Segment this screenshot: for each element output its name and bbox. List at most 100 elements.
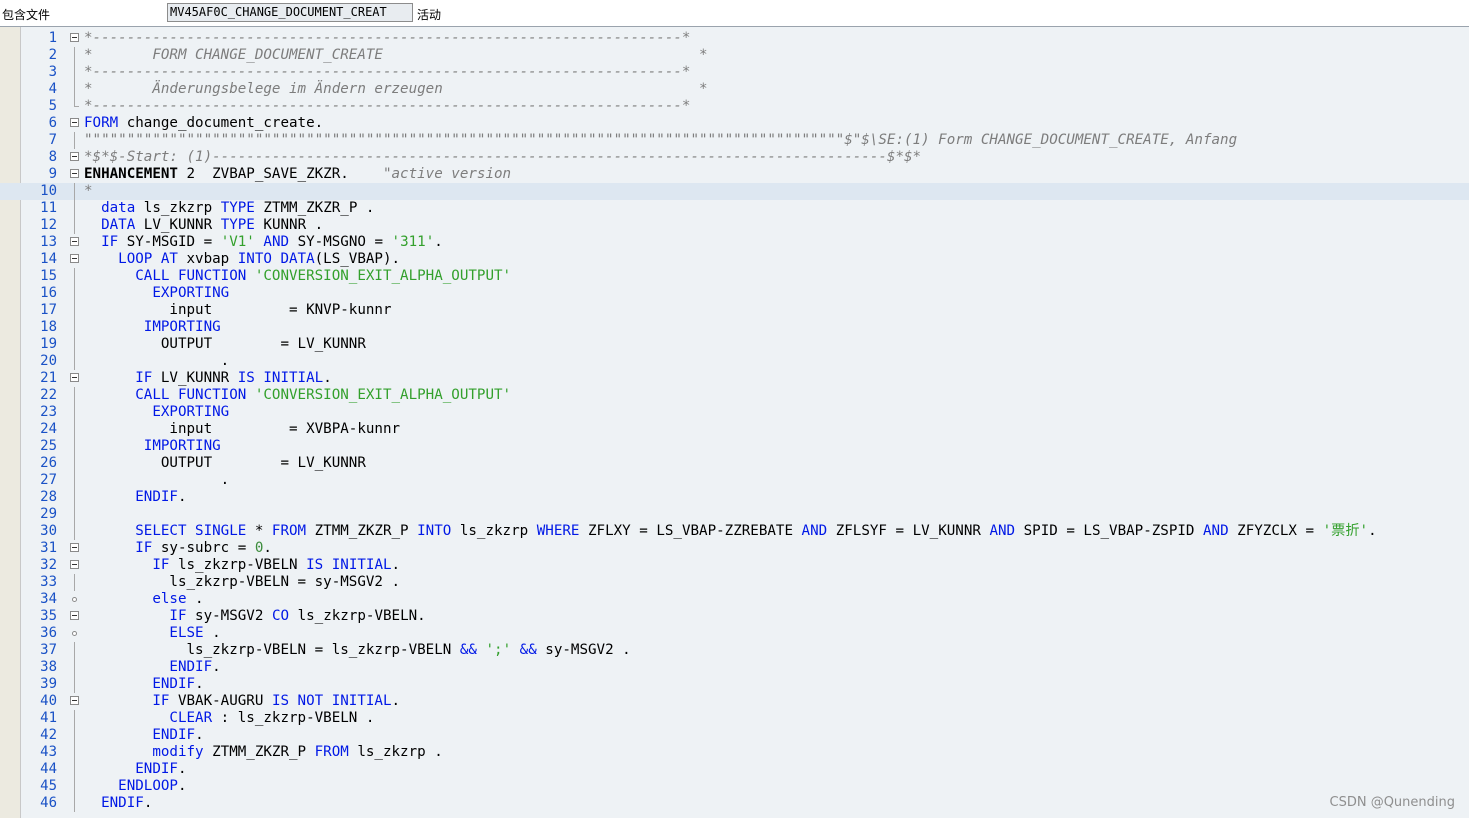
line-number: 38 — [40, 659, 57, 675]
code-line[interactable]: 21 IF LV_KUNNR IS INITIAL. — [0, 370, 1469, 387]
fold-guide-line — [74, 217, 75, 234]
code-token: '票折' — [1322, 523, 1369, 539]
code-line[interactable]: 9 ENHANCEMENT 2 ZVBAP_SAVE_ZKZR. "active … — [0, 166, 1469, 183]
collapse-icon[interactable] — [70, 237, 79, 246]
code-token: EXPORTING — [152, 285, 230, 301]
code-line[interactable]: 19 OUTPUT = LV_KUNNR — [0, 336, 1469, 353]
code-line[interactable]: 7 """""""""""""""""""""""""""""""""""""""… — [0, 132, 1469, 149]
code-line[interactable]: 20 . — [0, 353, 1469, 370]
fold-guide-line — [74, 506, 75, 523]
code-line[interactable]: 1 *--------------------------------------… — [0, 30, 1469, 47]
code-line[interactable]: 38 ENDIF. — [0, 659, 1469, 676]
code-token: . — [1368, 523, 1377, 539]
code-line[interactable]: 22 CALL FUNCTION 'CONVERSION_EXIT_ALPHA_… — [0, 387, 1469, 404]
collapse-icon[interactable] — [70, 373, 79, 382]
code-text: ENDIF. — [84, 489, 186, 506]
code-line[interactable]: 8 *$*$-Start: (1)------------------------… — [0, 149, 1469, 166]
code-text: CALL FUNCTION 'CONVERSION_EXIT_ALPHA_OUT… — [84, 387, 511, 404]
code-line[interactable]: 40 IF VBAK-AUGRU IS NOT INITIAL. — [0, 693, 1469, 710]
collapse-icon[interactable] — [70, 611, 79, 620]
code-line[interactable]: 15 CALL FUNCTION 'CONVERSION_EXIT_ALPHA_… — [0, 268, 1469, 285]
code-line[interactable]: 5 *--------------------------------------… — [0, 98, 1469, 115]
code-line[interactable]: 30 SELECT SINGLE * FROM ZTMM_ZKZR_P INTO… — [0, 523, 1469, 540]
code-token: AND — [989, 523, 1016, 539]
code-line[interactable]: 29 — [0, 506, 1469, 523]
code-line[interactable]: 24 input = XVBPA-kunnr — [0, 421, 1469, 438]
code-line[interactable]: 46 ENDIF. — [0, 795, 1469, 812]
code-line[interactable]: 36 ELSE . — [0, 625, 1469, 642]
code-line[interactable]: 4 * Änderungsbelege im Ändern erzeugen * — [0, 81, 1469, 98]
code-line[interactable]: 42 ENDIF. — [0, 727, 1469, 744]
fold-guide-line — [74, 319, 75, 336]
collapse-icon[interactable] — [70, 254, 79, 263]
collapse-icon[interactable] — [70, 33, 79, 42]
code-token: xvbap — [177, 251, 238, 267]
code-line[interactable]: 10 * — [0, 183, 1469, 200]
code-text: input = XVBPA-kunnr — [84, 421, 400, 438]
collapse-icon[interactable] — [70, 543, 79, 552]
code-line[interactable]: 3 *--------------------------------------… — [0, 64, 1469, 81]
code-text: ELSE . — [84, 625, 221, 642]
code-token: """"""""""""""""""""""""""""""""""""""""… — [84, 132, 1238, 148]
line-number: 25 — [40, 438, 57, 454]
code-line[interactable]: 34 else . — [0, 591, 1469, 608]
code-line[interactable]: 17 input = KNVP-kunnr — [0, 302, 1469, 319]
code-text: ls_zkzrp-VBELN = sy-MSGV2 . — [84, 574, 400, 591]
code-line[interactable]: 43 modify ZTMM_ZKZR_P FROM ls_zkzrp . — [0, 744, 1469, 761]
code-token: IF — [152, 693, 170, 709]
code-line[interactable]: 39 ENDIF. — [0, 676, 1469, 693]
code-line[interactable]: 37 ls_zkzrp-VBELN = ls_zkzrp-VBELN && ';… — [0, 642, 1469, 659]
collapse-icon[interactable] — [70, 560, 79, 569]
code-text: OUTPUT = LV_KUNNR — [84, 455, 366, 472]
code-line[interactable]: 12 DATA LV_KUNNR TYPE KUNNR . — [0, 217, 1469, 234]
fold-guide-line — [74, 268, 75, 285]
code-line[interactable]: 27 . — [0, 472, 1469, 489]
collapse-icon[interactable] — [70, 152, 79, 161]
editor-header: 包含文件 MV45AF0C_CHANGE_DOCUMENT_CREAT 活动 — [0, 0, 1469, 27]
code-token: . — [203, 625, 221, 641]
code-line[interactable]: 13 IF SY-MSGID = 'V1' AND SY-MSGNO = '31… — [0, 234, 1469, 251]
code-line[interactable]: 23 EXPORTING — [0, 404, 1469, 421]
code-token: input = KNVP-kunnr — [84, 302, 392, 318]
code-text: IF sy-subrc = 0. — [84, 540, 272, 557]
fold-guide-line — [74, 421, 75, 438]
code-line[interactable]: 26 OUTPUT = LV_KUNNR — [0, 455, 1469, 472]
code-line[interactable]: 18 IMPORTING — [0, 319, 1469, 336]
line-number: 8 — [48, 149, 57, 165]
code-token: 'CONVERSION_EXIT_ALPHA_OUTPUT' — [254, 387, 512, 403]
code-line[interactable]: 44 ENDIF. — [0, 761, 1469, 778]
line-number: 41 — [40, 710, 57, 726]
code-line[interactable]: 28 ENDIF. — [0, 489, 1469, 506]
object-name-field[interactable]: MV45AF0C_CHANGE_DOCUMENT_CREAT — [167, 3, 413, 22]
collapse-icon[interactable] — [70, 169, 79, 178]
fold-guide-line — [74, 574, 75, 591]
collapse-icon[interactable] — [70, 696, 79, 705]
code-token: IF — [135, 540, 153, 556]
code-line[interactable]: 41 CLEAR : ls_zkzrp-VBELN . — [0, 710, 1469, 727]
code-line[interactable]: 45 ENDLOOP. — [0, 778, 1469, 795]
code-token: . — [84, 353, 230, 369]
code-line[interactable]: 25 IMPORTING — [0, 438, 1469, 455]
code-token: ELSE — [169, 625, 204, 641]
code-token: ENDIF — [169, 659, 213, 675]
code-text: *---------------------------------------… — [84, 30, 690, 47]
code-line[interactable]: 31 IF sy-subrc = 0. — [0, 540, 1469, 557]
fold-guide-line — [74, 132, 75, 149]
code-text: IF LV_KUNNR IS INITIAL. — [84, 370, 331, 387]
code-line[interactable]: 35 IF sy-MSGV2 CO ls_zkzrp-VBELN. — [0, 608, 1469, 625]
code-line[interactable]: 11 data ls_zkzrp TYPE ZTMM_ZKZR_P . — [0, 200, 1469, 217]
code-line[interactable]: 32 IF ls_zkzrp-VBELN IS INITIAL. — [0, 557, 1469, 574]
code-line[interactable]: 6 FORM change_document_create. — [0, 115, 1469, 132]
abap-code-editor[interactable]: 1 *--------------------------------------… — [0, 27, 1469, 818]
code-line[interactable]: 33 ls_zkzrp-VBELN = sy-MSGV2 . — [0, 574, 1469, 591]
collapse-icon[interactable] — [70, 118, 79, 127]
code-line[interactable]: 14 LOOP AT xvbap INTO DATA(LS_VBAP). — [0, 251, 1469, 268]
code-line[interactable]: 2 * FORM CHANGE_DOCUMENT_CREATE * — [0, 47, 1469, 64]
code-line[interactable]: 16 EXPORTING — [0, 285, 1469, 302]
